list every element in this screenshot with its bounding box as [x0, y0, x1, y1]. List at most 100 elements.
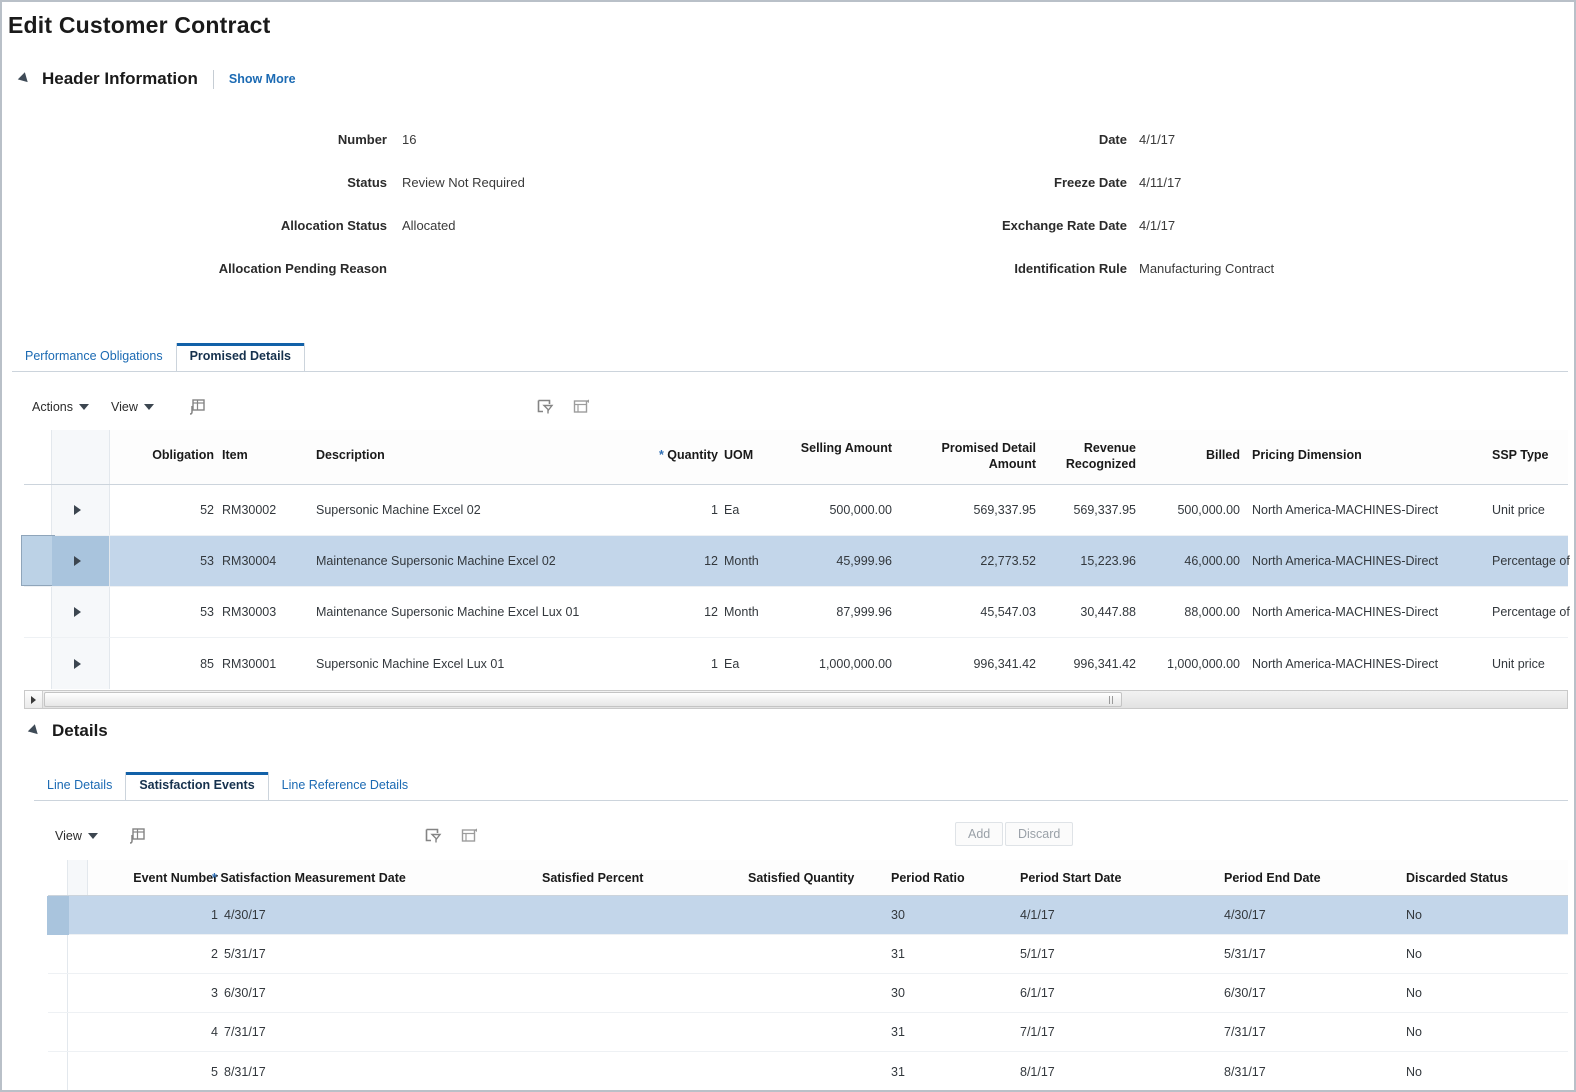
cell-revenue-recognized: 569,337.95 [1073, 503, 1136, 517]
table-row[interactable]: 53 RM30003 Maintenance Supersonic Machin… [24, 587, 1570, 638]
col-header-revenue-recognized[interactable]: Revenue Recognized [1038, 440, 1136, 472]
cell-quantity: 1 [711, 656, 718, 671]
cell-promised-detail-amount: 45,547.03 [980, 605, 1036, 619]
scroll-left-button[interactable] [25, 691, 43, 708]
cell-promised-detail-amount: 996,341.42 [973, 656, 1036, 671]
col-header-obligation[interactable]: Obligation [120, 448, 214, 463]
cell-event-number: 5 [211, 1064, 218, 1079]
cell-revenue-recognized: 996,341.42 [1073, 656, 1136, 671]
col-header-satisfaction-measurement-date-label: Satisfaction Measurement Date [220, 871, 406, 885]
col-header-event-number[interactable]: Event Number [88, 871, 218, 886]
collapse-triangle-icon[interactable] [17, 72, 32, 86]
horizontal-scrollbar[interactable] [24, 690, 1568, 709]
header-information-title: Header Information [42, 69, 198, 88]
chevron-down-icon [143, 404, 154, 410]
header-information-section-header[interactable]: Header Information Show More [17, 69, 296, 89]
table-row[interactable]: 5 8/31/17 31 8/1/17 8/31/17 No [48, 1052, 1568, 1090]
promised-details-grid: Obligation Item Description * Quantity U… [21, 430, 1570, 689]
collapse-triangle-icon[interactable] [27, 724, 42, 738]
col-header-period-start-date[interactable]: Period Start Date [1020, 871, 1121, 886]
tab-promised-details[interactable]: Promised Details [175, 343, 306, 371]
col-header-discarded-status[interactable]: Discarded Status [1406, 871, 1508, 886]
detach-icon[interactable] [536, 398, 554, 416]
freeze-columns-icon[interactable] [128, 827, 146, 845]
tab-satisfaction-events[interactable]: Satisfaction Events [125, 772, 269, 800]
details-section-header[interactable]: Details [27, 721, 108, 741]
cell-measurement-date: 7/31/17 [224, 1025, 266, 1039]
cell-period-start-date: 4/1/17 [1020, 908, 1055, 922]
field-label-date: Date [1098, 132, 1127, 147]
tabstrip-baseline [12, 371, 1568, 372]
row-expand-icon[interactable] [74, 658, 81, 669]
col-header-ssp-type[interactable]: SSP Type [1492, 448, 1549, 463]
row-expand-icon[interactable] [74, 607, 81, 617]
row-expand-icon[interactable] [74, 505, 81, 515]
col-header-item[interactable]: Item [222, 448, 248, 463]
satisfaction-events-grid: Event Number * Satisfaction Measurement … [47, 860, 1568, 1090]
col-header-uom[interactable]: UOM [724, 448, 753, 463]
col-header-satisfaction-measurement-date[interactable]: * Satisfaction Measurement Date [212, 871, 406, 886]
table-row[interactable]: 2 5/31/17 31 5/1/17 5/31/17 No [48, 935, 1568, 974]
col-header-selling-amount[interactable]: Selling Amount [764, 440, 892, 456]
satisfaction-events-grid-header: Event Number * Satisfaction Measurement … [48, 860, 1568, 896]
cell-obligation: 85 [200, 656, 214, 671]
row-selection-indicator [21, 535, 55, 586]
col-header-billed[interactable]: Billed [1142, 448, 1240, 463]
table-row[interactable]: 3 6/30/17 30 6/1/17 6/30/17 No [48, 974, 1568, 1013]
col-header-period-ratio[interactable]: Period Ratio [891, 871, 965, 886]
cell-ssp-type: Unit price [1492, 656, 1545, 671]
col-header-promised-detail-amount[interactable]: Promised Detail Amount [900, 440, 1036, 472]
table-row[interactable]: 4 7/31/17 31 7/1/17 7/31/17 No [48, 1013, 1568, 1052]
col-header-period-end-date[interactable]: Period End Date [1224, 871, 1321, 886]
row-expand-icon[interactable] [74, 556, 81, 566]
cell-billed: 1,000,000.00 [1167, 656, 1240, 671]
wrap-icon[interactable] [572, 398, 590, 416]
col-header-satisfied-quantity[interactable]: Satisfied Quantity [748, 871, 854, 886]
field-label-number: Number [337, 132, 387, 147]
actions-menu[interactable]: Actions [32, 400, 89, 414]
tab-performance-obligations[interactable]: Performance Obligations [12, 343, 176, 371]
discard-button[interactable]: Discard [1005, 822, 1074, 846]
cell-period-ratio: 31 [891, 947, 905, 961]
freeze-columns-icon[interactable] [188, 398, 206, 416]
cell-measurement-date: 6/30/17 [224, 986, 266, 1000]
col-header-description[interactable]: Description [316, 448, 385, 463]
show-more-link[interactable]: Show More [229, 72, 296, 86]
add-button[interactable]: Add [955, 822, 1004, 846]
details-title: Details [52, 721, 108, 740]
cell-ssp-type: Percentage of [1492, 605, 1570, 619]
cell-event-number: 2 [211, 947, 218, 961]
cell-uom: Month [724, 554, 759, 568]
detach-icon[interactable] [424, 827, 442, 845]
cell-description: Supersonic Machine Excel 02 [316, 503, 481, 517]
wrap-icon[interactable] [460, 827, 478, 845]
cell-promised-detail-amount: 22,773.52 [980, 554, 1036, 568]
field-label-status: Status [347, 175, 387, 190]
tab-line-reference-details[interactable]: Line Reference Details [269, 772, 421, 800]
view-menu[interactable]: View [55, 829, 98, 843]
cell-ssp-type: Percentage of [1492, 554, 1570, 568]
promised-details-toolbar: Actions View [32, 396, 206, 418]
required-indicator: * [212, 871, 217, 885]
col-header-satisfied-percent[interactable]: Satisfied Percent [542, 871, 643, 886]
view-menu[interactable]: View [111, 400, 154, 414]
col-header-pricing-dimension[interactable]: Pricing Dimension [1252, 448, 1362, 463]
field-label-allocation-status: Allocation Status [280, 218, 387, 233]
field-value-status: Review Not Required [402, 175, 525, 190]
table-row[interactable]: 85 RM30001 Supersonic Machine Excel Lux … [24, 638, 1568, 689]
cell-selling-amount: 1,000,000.00 [819, 656, 892, 671]
cell-discarded-status: No [1406, 908, 1422, 922]
cell-obligation: 53 [200, 554, 214, 568]
table-row[interactable]: 53 RM30004 Maintenance Supersonic Machin… [21, 535, 1570, 587]
tab-line-details[interactable]: Line Details [34, 772, 125, 800]
cell-selling-amount: 500,000.00 [829, 503, 892, 517]
table-row[interactable]: 1 4/30/17 30 4/1/17 4/30/17 No [47, 896, 1568, 935]
scrollbar-thumb[interactable] [44, 692, 1122, 707]
cell-measurement-date: 5/31/17 [224, 947, 266, 961]
row-selection-indicator [47, 896, 69, 935]
cell-selling-amount: 87,999.96 [836, 605, 892, 619]
cell-quantity: 1 [711, 503, 718, 517]
col-header-quantity[interactable]: * Quantity [636, 448, 718, 463]
table-row[interactable]: 52 RM30002 Supersonic Machine Excel 02 1… [24, 485, 1568, 536]
cell-description: Supersonic Machine Excel Lux 01 [316, 656, 505, 671]
